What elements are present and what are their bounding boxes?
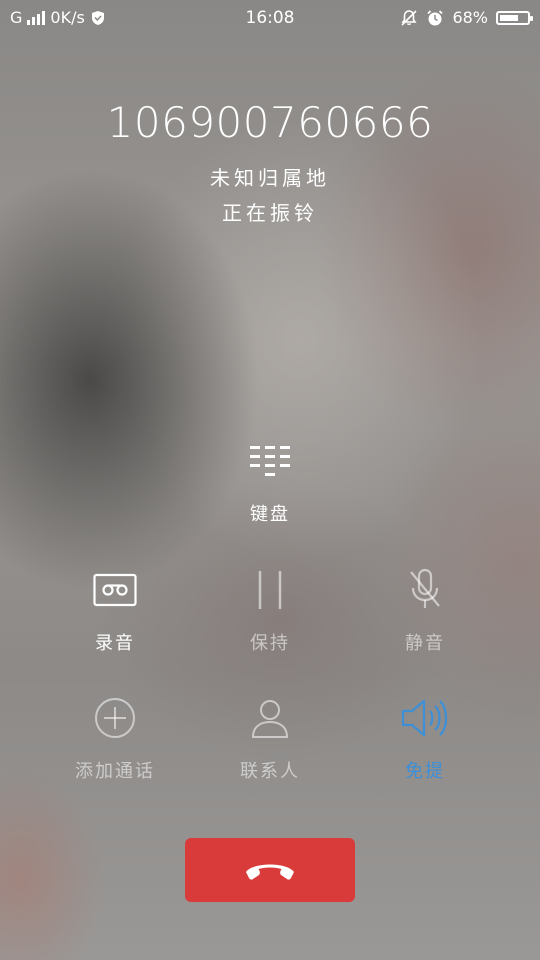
- call-status: 正在振铃: [222, 201, 318, 225]
- battery-percent: 68%: [452, 8, 488, 27]
- add-circle-icon: [95, 698, 135, 738]
- contacts-label: 联系人: [240, 761, 300, 782]
- person-icon: [251, 700, 289, 738]
- keypad-icon: [250, 446, 290, 476]
- status-right: 68%: [400, 8, 533, 27]
- hold-label: 保持: [250, 633, 290, 654]
- pause-icon: [258, 571, 282, 609]
- speaker-button[interactable]: 免提: [350, 693, 500, 783]
- end-call-button[interactable]: [185, 838, 355, 902]
- record-button[interactable]: 录音: [40, 565, 190, 655]
- add-call-button[interactable]: 添加通话: [40, 693, 190, 783]
- mic-off-icon: [410, 568, 440, 608]
- caller-location: 未知归属地: [210, 166, 330, 190]
- hold-button[interactable]: 保持: [195, 565, 345, 655]
- keypad-button[interactable]: 键盘: [195, 436, 345, 526]
- contacts-button[interactable]: 联系人: [195, 693, 345, 783]
- alarm-clock-icon: [427, 9, 444, 25]
- hang-up-icon: [246, 864, 294, 880]
- battery-icon: [496, 10, 533, 25]
- battery-fill: [500, 14, 518, 21]
- record-label: 录音: [95, 633, 135, 654]
- add-call-label: 添加通话: [75, 761, 155, 782]
- caller-number: 106900760666: [106, 98, 434, 147]
- speaker-label: 免提: [405, 761, 445, 782]
- mute-button[interactable]: 静音: [350, 565, 500, 655]
- status-bar: G 0K/s 16:08 68%: [0, 0, 540, 36]
- silent-bell-icon: [401, 9, 418, 26]
- cassette-tape-icon: [93, 573, 137, 607]
- speaker-icon: [401, 699, 448, 737]
- keypad-label: 键盘: [250, 504, 290, 525]
- mute-label: 静音: [405, 633, 445, 654]
